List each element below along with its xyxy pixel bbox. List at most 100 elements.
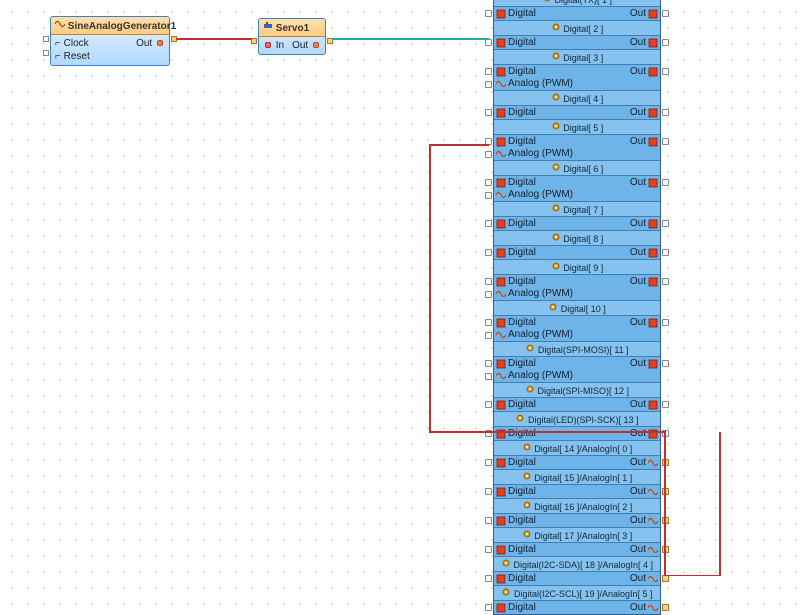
stop-icon — [496, 38, 506, 48]
pin-in[interactable]: In — [263, 40, 284, 51]
board-port[interactable] — [662, 138, 669, 145]
board-port[interactable] — [485, 278, 492, 285]
stop-icon — [496, 545, 506, 555]
analog-pwm-row[interactable]: Analog (PWM) — [494, 148, 660, 160]
board-port[interactable] — [662, 10, 669, 17]
board-port[interactable] — [485, 319, 492, 326]
board-port[interactable] — [485, 546, 492, 553]
board-port[interactable] — [485, 151, 492, 158]
board-port[interactable] — [485, 401, 492, 408]
pin-row[interactable]: DigitalOut — [494, 35, 660, 49]
board-port[interactable] — [662, 220, 669, 227]
board-port[interactable] — [485, 291, 492, 298]
pin-row[interactable]: DigitalOut Analog (PWM) — [494, 64, 660, 90]
board-port[interactable] — [485, 10, 492, 17]
reset-port[interactable] — [43, 50, 49, 56]
board-port[interactable] — [662, 360, 669, 367]
out-label: Out — [630, 358, 646, 369]
board-port[interactable] — [662, 68, 669, 75]
clock-port[interactable] — [43, 36, 49, 42]
board-port[interactable] — [662, 604, 669, 611]
pin-clock[interactable]: ⌐ Clock — [55, 38, 89, 49]
board-port[interactable] — [485, 81, 492, 88]
analog-pwm-row[interactable]: Analog (PWM) — [494, 189, 660, 201]
analog-pwm-row[interactable]: Analog (PWM) — [494, 370, 660, 382]
pin-row[interactable]: DigitalOut — [494, 216, 660, 230]
pin-row[interactable]: DigitalOut Analog (PWM) — [494, 315, 660, 341]
pin-row[interactable]: DigitalOut — [494, 455, 660, 469]
out-label: Out — [630, 573, 646, 584]
digital-label: Digital — [508, 486, 536, 497]
pin-row[interactable]: DigitalOut — [494, 245, 660, 259]
board-port[interactable] — [485, 373, 492, 380]
pin-row[interactable]: DigitalOut — [494, 105, 660, 119]
board-port[interactable] — [662, 517, 669, 524]
board-port[interactable] — [485, 575, 492, 582]
out-port[interactable] — [327, 38, 333, 44]
analog-pwm-row[interactable]: Analog (PWM) — [494, 78, 660, 90]
pin-row[interactable]: DigitalOut Analog (PWM) — [494, 274, 660, 300]
board-port[interactable] — [485, 109, 492, 116]
pin-row[interactable]: DigitalOut — [494, 484, 660, 498]
board-port[interactable] — [662, 459, 669, 466]
wires — [0, 0, 800, 576]
board-port[interactable] — [485, 39, 492, 46]
analog-pwm-row[interactable]: Analog (PWM) — [494, 288, 660, 300]
digital-label: Digital — [508, 276, 536, 287]
board-port[interactable] — [662, 249, 669, 256]
node-title: Servo1 — [259, 19, 325, 37]
pin-row[interactable]: DigitalOut Analog (PWM) — [494, 356, 660, 382]
in-port[interactable] — [251, 38, 257, 44]
out-port[interactable] — [171, 36, 177, 42]
board-port[interactable] — [485, 360, 492, 367]
pin-row[interactable]: DigitalOut — [494, 542, 660, 556]
board-port[interactable] — [485, 604, 492, 611]
pin-row[interactable]: DigitalOut — [494, 397, 660, 411]
board-port[interactable] — [485, 488, 492, 495]
board-port[interactable] — [485, 138, 492, 145]
pin-row[interactable]: DigitalOut — [494, 426, 660, 440]
board-port[interactable] — [485, 192, 492, 199]
board-port[interactable] — [485, 220, 492, 227]
board-port[interactable] — [485, 249, 492, 256]
board-port[interactable] — [485, 517, 492, 524]
pin-section-title: Digital(SPI-MOSI)[ 11 ] — [494, 341, 660, 356]
servo-node[interactable]: Servo1 In Out — [258, 18, 326, 55]
analog-pwm-row[interactable]: Analog (PWM) — [494, 329, 660, 341]
pin-row[interactable]: DigitalOut — [494, 513, 660, 527]
board-port[interactable] — [662, 546, 669, 553]
pin-section-title: Digital[ 14 ]/AnalogIn[ 0 ] — [494, 440, 660, 455]
wave-icon — [496, 190, 506, 200]
pin-section-title: Digital[ 17 ]/AnalogIn[ 3 ] — [494, 527, 660, 542]
board-port[interactable] — [485, 68, 492, 75]
board-port[interactable] — [485, 459, 492, 466]
pin-reset[interactable]: ⌐ Reset — [55, 51, 90, 62]
board-port[interactable] — [662, 278, 669, 285]
board-port[interactable] — [662, 575, 669, 582]
pin-out[interactable]: Out — [292, 40, 321, 51]
out-label: Out — [630, 218, 646, 229]
pin-row[interactable]: DigitalOut Analog (PWM) — [494, 134, 660, 160]
board-port[interactable] — [662, 319, 669, 326]
sine-analog-generator-node[interactable]: SineAnalogGenerator1 ⌐ Clock Out ⌐ Reset — [50, 16, 170, 66]
board-port[interactable] — [485, 332, 492, 339]
pin-row[interactable]: DigitalOut — [494, 600, 660, 614]
gear-icon — [551, 162, 561, 172]
arduino-board-pins[interactable]: Digital(TX)[ 1 ] DigitalOut Digital[ 2 ]… — [493, 0, 661, 615]
pin-out[interactable]: Out — [136, 38, 165, 49]
board-port[interactable] — [662, 179, 669, 186]
board-port[interactable] — [662, 488, 669, 495]
board-port[interactable] — [485, 179, 492, 186]
stop-icon — [496, 248, 506, 258]
board-port[interactable] — [662, 39, 669, 46]
board-port[interactable] — [662, 109, 669, 116]
analog-label: Analog (PWM) — [508, 189, 573, 200]
board-port[interactable] — [662, 401, 669, 408]
pin-row[interactable]: DigitalOut Analog (PWM) — [494, 175, 660, 201]
stop-icon — [648, 219, 658, 229]
board-port[interactable] — [662, 430, 669, 437]
board-port[interactable] — [485, 430, 492, 437]
pin-row[interactable]: DigitalOut — [494, 6, 660, 20]
pin-section-title: Digital[ 16 ]/AnalogIn[ 2 ] — [494, 498, 660, 513]
pin-row[interactable]: DigitalOut — [494, 571, 660, 585]
